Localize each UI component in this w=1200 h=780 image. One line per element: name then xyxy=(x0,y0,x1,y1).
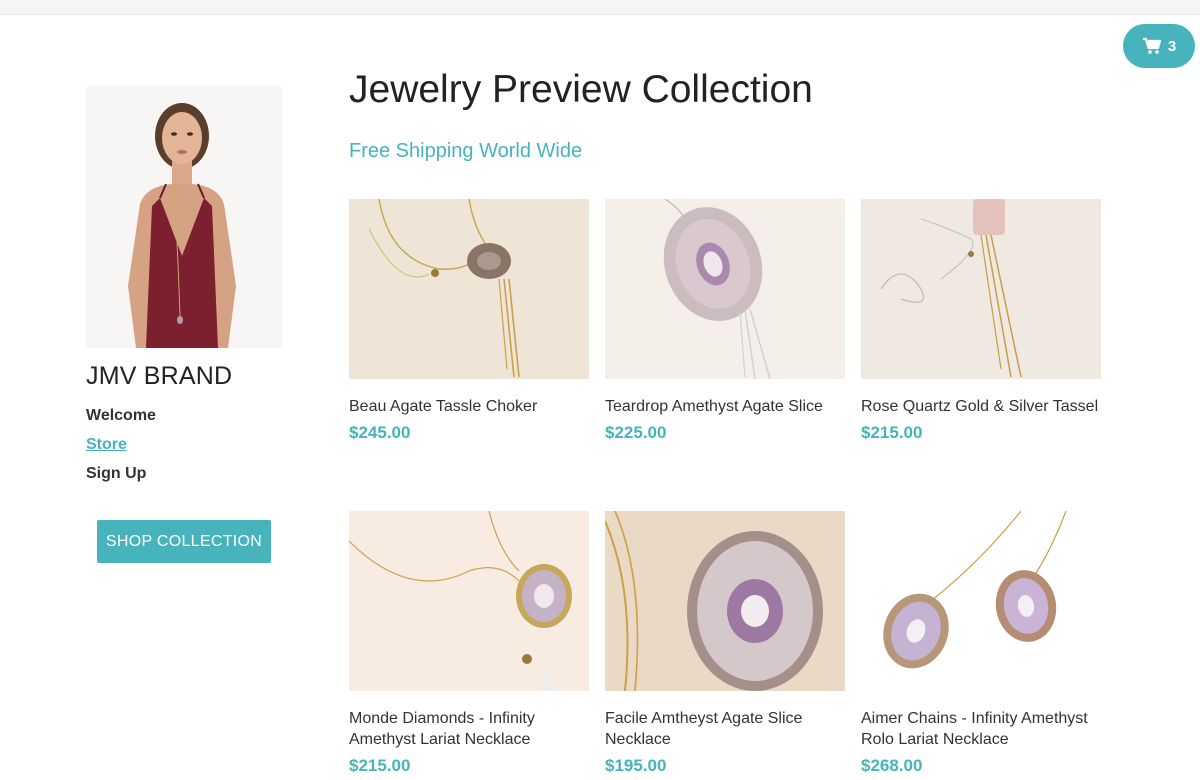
product-price: $195.00 xyxy=(605,756,667,775)
nav-item-sign-up[interactable]: Sign Up xyxy=(86,462,156,491)
brand-model-photo xyxy=(86,86,282,348)
product-price: $215.00 xyxy=(349,756,411,775)
product-image[interactable] xyxy=(861,511,1101,691)
product-price: $268.00 xyxy=(861,756,923,775)
shopping-cart-icon xyxy=(1142,37,1161,54)
product-card[interactable]: Facile Amtheyst Agate Slice Necklace $19… xyxy=(605,511,845,776)
product-name[interactable]: Facile Amtheyst Agate Slice Necklace xyxy=(605,708,845,750)
product-name[interactable]: Rose Quartz Gold & Silver Tassel xyxy=(861,396,1101,417)
product-card[interactable]: Aimer Chains - Infinity Amethyst Rolo La… xyxy=(861,511,1101,776)
product-name[interactable]: Aimer Chains - Infinity Amethyst Rolo La… xyxy=(861,708,1101,750)
sidebar-nav: Welcome Store Sign Up xyxy=(86,404,156,491)
product-card[interactable]: Monde Diamonds - Infinity Amethyst Laria… xyxy=(349,511,589,776)
cart-button[interactable]: 3 xyxy=(1123,24,1195,68)
product-image[interactable] xyxy=(349,511,589,691)
product-card[interactable]: Teardrop Amethyst Agate Slice $225.00 xyxy=(605,199,845,443)
product-card[interactable]: Beau Agate Tassle Choker $245.00 xyxy=(349,199,589,443)
product-image[interactable] xyxy=(349,199,589,379)
nav-item-store[interactable]: Store xyxy=(86,433,156,462)
brand-name: JMV BRAND xyxy=(86,362,233,390)
shipping-tagline: Free Shipping World Wide xyxy=(349,140,583,162)
nav-item-welcome[interactable]: Welcome xyxy=(86,404,156,433)
product-card[interactable]: Rose Quartz Gold & Silver Tassel $215.00 xyxy=(861,199,1101,443)
cart-count: 3 xyxy=(1167,37,1177,55)
product-image[interactable] xyxy=(861,199,1101,379)
product-name[interactable]: Teardrop Amethyst Agate Slice xyxy=(605,396,845,417)
product-image[interactable] xyxy=(605,511,845,691)
product-name[interactable]: Monde Diamonds - Infinity Amethyst Laria… xyxy=(349,708,589,750)
product-name[interactable]: Beau Agate Tassle Choker xyxy=(349,396,589,417)
product-price: $245.00 xyxy=(349,423,411,442)
product-price: $225.00 xyxy=(605,423,667,442)
product-price: $215.00 xyxy=(861,423,923,442)
top-bar xyxy=(0,0,1200,15)
shop-collection-button[interactable]: SHOP COLLECTION xyxy=(97,520,271,563)
product-image[interactable] xyxy=(605,199,845,379)
page-title: Jewelry Preview Collection xyxy=(349,68,813,111)
